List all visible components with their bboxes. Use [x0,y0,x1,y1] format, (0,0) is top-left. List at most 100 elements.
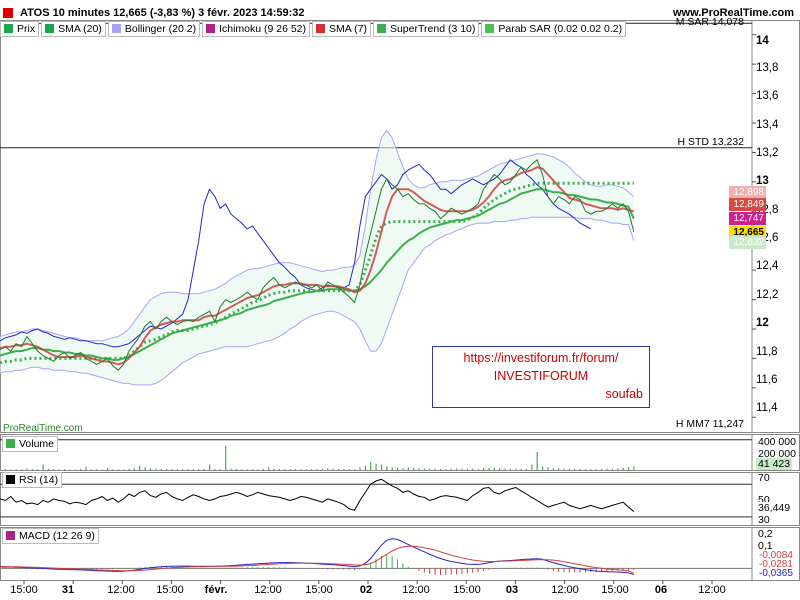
volume-bar [456,468,458,470]
volume-bar [273,468,275,470]
legend-sma20[interactable]: SMA (20) [41,21,106,37]
price-box-sma7: 12,849 [729,198,766,211]
volume-bar [418,468,420,470]
volume-bar [542,466,544,470]
chart-canvas[interactable] [0,0,800,600]
volume-bar [434,468,436,470]
y-tick-label: 13,8 [756,62,779,74]
volume-bar [106,468,109,470]
volume-bar [595,469,597,470]
volume-bar [407,467,409,470]
y-tick-label: 14 [756,35,769,47]
x-tick-label: 12:00 [698,584,726,596]
x-tick-label: 15:00 [156,584,184,596]
volume-bar [171,469,173,470]
volume-bar [536,452,538,470]
volume-bar [515,468,517,470]
y-tick-label: 13,4 [756,119,779,131]
volume-bar [375,463,377,470]
annotation-forum: INVESTIFORUM [493,369,589,383]
legend-ichimoku[interactable]: Ichimoku (9 26 52) [202,21,311,37]
y-tick-label: 11,6 [756,374,778,386]
volume-bar [149,468,152,470]
y-tick-label: 12,4 [756,260,779,272]
volume-bar [579,468,581,470]
volume-bar [214,468,216,470]
volume-bar [611,468,613,470]
volume-bar [144,467,146,470]
volume-bar [327,468,329,470]
volume-bar [364,465,366,470]
volume-bar [316,469,318,470]
panel-frame [0,472,800,526]
rsi-tick-label: 30 [758,514,770,526]
volume-bar [305,469,307,470]
rsi-last-label: 36,449 [756,502,793,514]
legend-label: SuperTrend (3 10) [389,23,476,35]
price-box-text: 12,898 [733,187,764,198]
volume-bar [343,469,345,470]
volume-bar [520,468,522,470]
x-tick-label: 15:00 [305,584,333,596]
annotation-url[interactable]: https://investiforum.fr/forum/ [433,351,649,365]
legend-swatch [6,439,15,448]
volume-bar [601,468,603,470]
volume-bar [311,469,313,470]
volume-bar [386,466,388,470]
legend-prix[interactable]: Prix [0,21,40,37]
volume-bar [633,466,635,470]
legend-swatch [6,531,15,540]
volume-bar [64,469,66,470]
legend-swatch [376,24,386,33]
volume-bar [370,461,372,470]
legend-sma7[interactable]: SMA (7) [312,21,371,37]
volume-bar [380,464,383,470]
volume-bar [198,469,200,470]
volume-bar [321,468,323,470]
y-tick-label: 11,8 [756,346,778,358]
legend-swatch [485,24,495,33]
legend-label: Bollinger (20 2) [124,23,197,35]
volume-bar [74,469,76,470]
volume-bar [585,469,587,470]
volume-bar [423,468,425,470]
volume-bar [101,469,103,470]
panel-frame [0,527,800,581]
volume-bar [80,468,82,470]
macd-tick-label: 0,2 [758,528,773,540]
legend-supertrend[interactable]: SuperTrend (3 10) [372,21,480,37]
x-tick-label: 31 [61,584,75,596]
volume-bar [47,468,49,470]
volume-bar [160,468,162,470]
volume-legend[interactable]: Volume [2,436,59,452]
x-tick-label: 12:00 [551,584,579,596]
x-tick-label: févr. [204,584,228,596]
volume-bar [509,468,511,470]
volume-bar [117,469,119,470]
y-tick-label: 12,2 [756,289,779,301]
volume-bar [429,468,431,470]
y-tick-label: 13,2 [756,147,779,159]
volume-bar [348,469,350,470]
legend-bollinger[interactable]: Bollinger (20 2) [107,21,201,37]
volume-bar [337,468,340,470]
volume-bar [563,468,565,470]
volume-tick-label: 400 000 [758,436,796,448]
legend-parab-sar[interactable]: Parab SAR (0.02 0.02 0.2) [481,21,627,37]
chart-title: ATOS 10 minutes 12,665 (-3,83 %) 3 févr.… [20,7,305,19]
volume-bar [568,468,571,470]
volume-bar [397,467,399,471]
legend-label: Ichimoku (9 26 52) [219,23,307,35]
volume-bar [21,469,23,470]
rsi-legend[interactable]: RSI (14) [2,472,63,488]
macd-legend[interactable]: MACD (12 26 9) [2,528,99,544]
x-tick-label: 06 [654,584,668,596]
legend-swatch [45,24,55,33]
level-label-sar: M SAR 14,078 [675,16,744,28]
annotation-box[interactable]: https://investiforum.fr/forum/ INVESTIFO… [432,346,650,408]
volume-bar [123,469,125,470]
volume-bar [192,469,195,470]
volume-bar [37,469,39,470]
volume-bar [26,468,28,470]
volume-bar [552,468,554,470]
